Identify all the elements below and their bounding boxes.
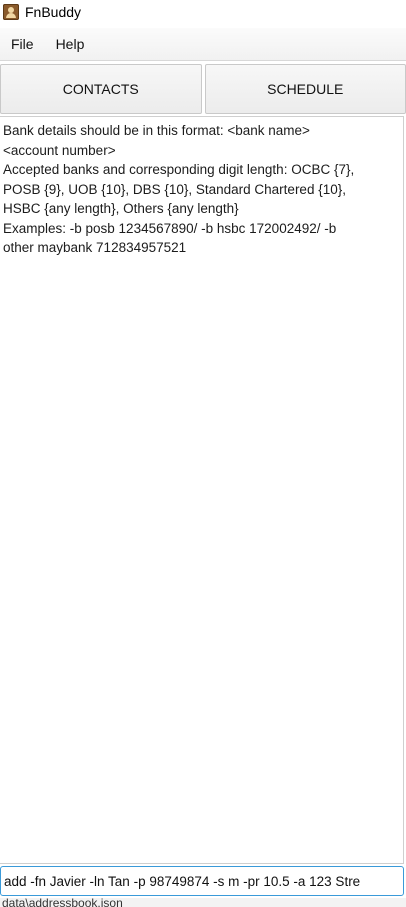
result-display[interactable]: Bank details should be in this format: <…: [0, 116, 404, 864]
title-bar: FnBuddy: [0, 0, 406, 24]
schedule-tab-button[interactable]: SCHEDULE: [204, 64, 406, 114]
save-file-path: data\addressbook.json: [2, 898, 123, 907]
command-input[interactable]: [1, 867, 403, 895]
window-title: FnBuddy: [25, 4, 82, 20]
tab-bar: CONTACTS SCHEDULE: [0, 64, 406, 114]
command-box[interactable]: [0, 866, 404, 896]
status-bar: data\addressbook.json: [0, 898, 406, 907]
menu-help[interactable]: Help: [45, 36, 96, 52]
menu-file[interactable]: File: [0, 36, 45, 52]
contacts-tab-button[interactable]: CONTACTS: [0, 64, 202, 114]
address-book-icon: [3, 4, 19, 20]
menu-bar: File Help: [0, 28, 406, 61]
result-message: Bank details should be in this format: <…: [3, 123, 355, 256]
